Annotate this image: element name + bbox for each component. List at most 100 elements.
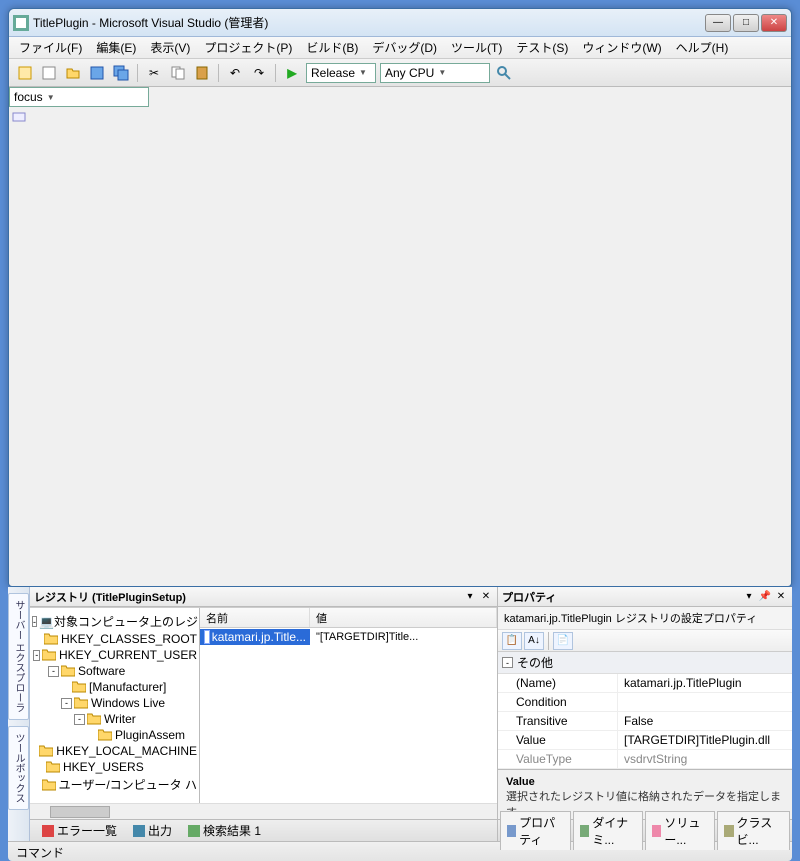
platform-combo[interactable]: Any CPU▼: [380, 63, 490, 83]
list-row[interactable]: katamari.jp.Title... "[TARGETDIR]Title..…: [200, 628, 497, 646]
tab-solution-explorer[interactable]: ソリュー...: [645, 811, 715, 850]
alphabetical-icon[interactable]: A↓: [524, 632, 544, 650]
sidetab-toolbox[interactable]: ツールボックス: [8, 726, 29, 810]
close-button[interactable]: ✕: [761, 14, 787, 32]
right-tabstrip: プロパティ ダイナミ... ソリュー... クラス ビ...: [498, 819, 792, 841]
folder-icon: [61, 665, 75, 677]
save-icon[interactable]: [87, 63, 107, 83]
menu-edit[interactable]: 編集(E): [90, 37, 142, 58]
prop-row-transitive[interactable]: TransitiveFalse: [498, 712, 792, 731]
tree-writer[interactable]: Writer: [104, 712, 136, 726]
tab-class-view[interactable]: クラス ビ...: [717, 811, 790, 850]
tab-dynamic-help[interactable]: ダイナミ...: [573, 811, 643, 850]
add-item-icon[interactable]: [39, 63, 59, 83]
toolbar-extra-icon[interactable]: [9, 107, 29, 127]
registry-list: 名前 値 katamari.jp.Title... "[TARGETDIR]Ti…: [200, 608, 497, 803]
prop-row-condition[interactable]: Condition: [498, 693, 792, 712]
tree-root[interactable]: 対象コンピュータ上のレジスト: [54, 613, 200, 630]
tree-toggle[interactable]: -: [74, 714, 85, 725]
menu-window[interactable]: ウィンドウ(W): [576, 37, 667, 58]
tree-software[interactable]: Software: [78, 664, 125, 678]
search-value: focus: [14, 90, 43, 104]
menu-test[interactable]: テスト(S): [510, 37, 574, 58]
property-pages-icon[interactable]: 📄: [553, 632, 573, 650]
menu-help[interactable]: ヘルプ(H): [670, 37, 735, 58]
tab-output[interactable]: 出力: [127, 820, 178, 841]
left-gutter: サーバー エクスプローラ ツールボックス: [8, 587, 30, 841]
toolbar: ✂ ↶ ↷ ▶ Release▼ Any CPU▼: [9, 59, 791, 87]
col-value[interactable]: 値: [310, 608, 497, 627]
minimize-button[interactable]: ―: [705, 14, 731, 32]
paste-icon[interactable]: [192, 63, 212, 83]
tree-hkcu[interactable]: HKEY_CURRENT_USER: [59, 648, 197, 662]
scroll-thumb[interactable]: [50, 806, 110, 818]
prop-row-valuetype[interactable]: ValueTypevsdrvtString: [498, 750, 792, 769]
menu-tools[interactable]: ツール(T): [445, 37, 508, 58]
desc-title: Value: [506, 776, 784, 788]
config-combo[interactable]: Release▼: [306, 63, 376, 83]
tree-hku[interactable]: HKEY_USERS: [63, 760, 144, 774]
tree-toggle[interactable]: -: [33, 650, 39, 661]
titlebar[interactable]: TitlePlugin - Microsoft Visual Studio (管…: [9, 9, 791, 37]
error-icon: [42, 825, 54, 837]
tree-usercomp[interactable]: ユーザー/コンピュータ ハ: [59, 776, 197, 793]
menubar: ファイル(F) 編集(E) 表示(V) プロジェクト(P) ビルド(B) デバッ…: [9, 37, 791, 59]
panel-pin-icon[interactable]: 📌: [758, 590, 772, 604]
tree-manufacturer[interactable]: [Manufacturer]: [89, 680, 166, 694]
config-value: Release: [311, 66, 355, 80]
tree-hklm[interactable]: HKEY_LOCAL_MACHINE: [56, 744, 197, 758]
string-value-icon: [204, 630, 210, 644]
sidetab-server-explorer[interactable]: サーバー エクスプローラ: [8, 593, 29, 720]
computer-icon: 💻: [39, 615, 54, 629]
new-project-icon[interactable]: [15, 63, 35, 83]
property-grid[interactable]: -その他 (Name)katamari.jp.TitlePlugin Condi…: [498, 652, 792, 769]
panel-dropdown-icon[interactable]: ▾: [742, 590, 756, 604]
tab-error-list[interactable]: エラー一覧: [36, 820, 123, 841]
menu-build[interactable]: ビルド(B): [300, 37, 364, 58]
tree-hscroll[interactable]: [30, 803, 497, 819]
menu-debug[interactable]: デバッグ(D): [366, 37, 443, 58]
search-icon: [188, 825, 200, 837]
tree-toggle[interactable]: -: [61, 698, 72, 709]
folder-icon: [74, 697, 88, 709]
tree-winlive[interactable]: Windows Live: [91, 696, 165, 710]
tree-pluginasm[interactable]: PluginAssem: [115, 728, 185, 742]
category-other[interactable]: -その他: [498, 652, 792, 674]
save-all-icon[interactable]: [111, 63, 131, 83]
col-name[interactable]: 名前: [200, 608, 310, 627]
panel-dropdown-icon[interactable]: ▾: [463, 590, 477, 604]
registry-panel-title: レジストリ (TitlePluginSetup): [34, 589, 461, 605]
cut-icon[interactable]: ✂: [144, 63, 164, 83]
categorized-icon[interactable]: 📋: [502, 632, 522, 650]
tree-toggle[interactable]: -: [48, 666, 59, 677]
copy-icon[interactable]: [168, 63, 188, 83]
bottom-tabstrip: エラー一覧 出力 検索結果 1: [30, 819, 497, 841]
app-icon: [13, 15, 29, 31]
tree-toggle[interactable]: -: [32, 616, 37, 627]
menu-file[interactable]: ファイル(F): [13, 37, 88, 58]
prop-row-name[interactable]: (Name)katamari.jp.TitlePlugin: [498, 674, 792, 693]
platform-value: Any CPU: [385, 66, 434, 80]
start-debug-icon[interactable]: ▶: [282, 63, 302, 83]
category-toggle[interactable]: -: [502, 657, 513, 668]
panel-close-icon[interactable]: ✕: [479, 590, 493, 604]
open-icon[interactable]: [63, 63, 83, 83]
tab-find-results[interactable]: 検索結果 1: [182, 820, 267, 841]
registry-tree[interactable]: -💻対象コンピュータ上のレジスト HKEY_CLASSES_ROOT -HKEY…: [30, 608, 200, 803]
properties-icon: [507, 825, 516, 837]
panel-close-icon[interactable]: ✕: [774, 590, 788, 604]
search-combo[interactable]: focus▼: [9, 87, 149, 107]
menu-view[interactable]: 表示(V): [144, 37, 196, 58]
row-name: katamari.jp.Title...: [212, 630, 306, 644]
menu-project[interactable]: プロジェクト(P): [198, 37, 298, 58]
tree-hkcr[interactable]: HKEY_CLASSES_ROOT: [61, 632, 197, 646]
find-icon[interactable]: [494, 63, 514, 83]
output-icon: [133, 825, 145, 837]
maximize-button[interactable]: □: [733, 14, 759, 32]
row-value: "[TARGETDIR]Title...: [310, 630, 424, 644]
tab-properties[interactable]: プロパティ: [500, 811, 571, 850]
redo-icon[interactable]: ↷: [249, 63, 269, 83]
prop-row-value[interactable]: Value[TARGETDIR]TitlePlugin.dll: [498, 731, 792, 750]
undo-icon[interactable]: ↶: [225, 63, 245, 83]
folder-icon: [46, 761, 60, 773]
